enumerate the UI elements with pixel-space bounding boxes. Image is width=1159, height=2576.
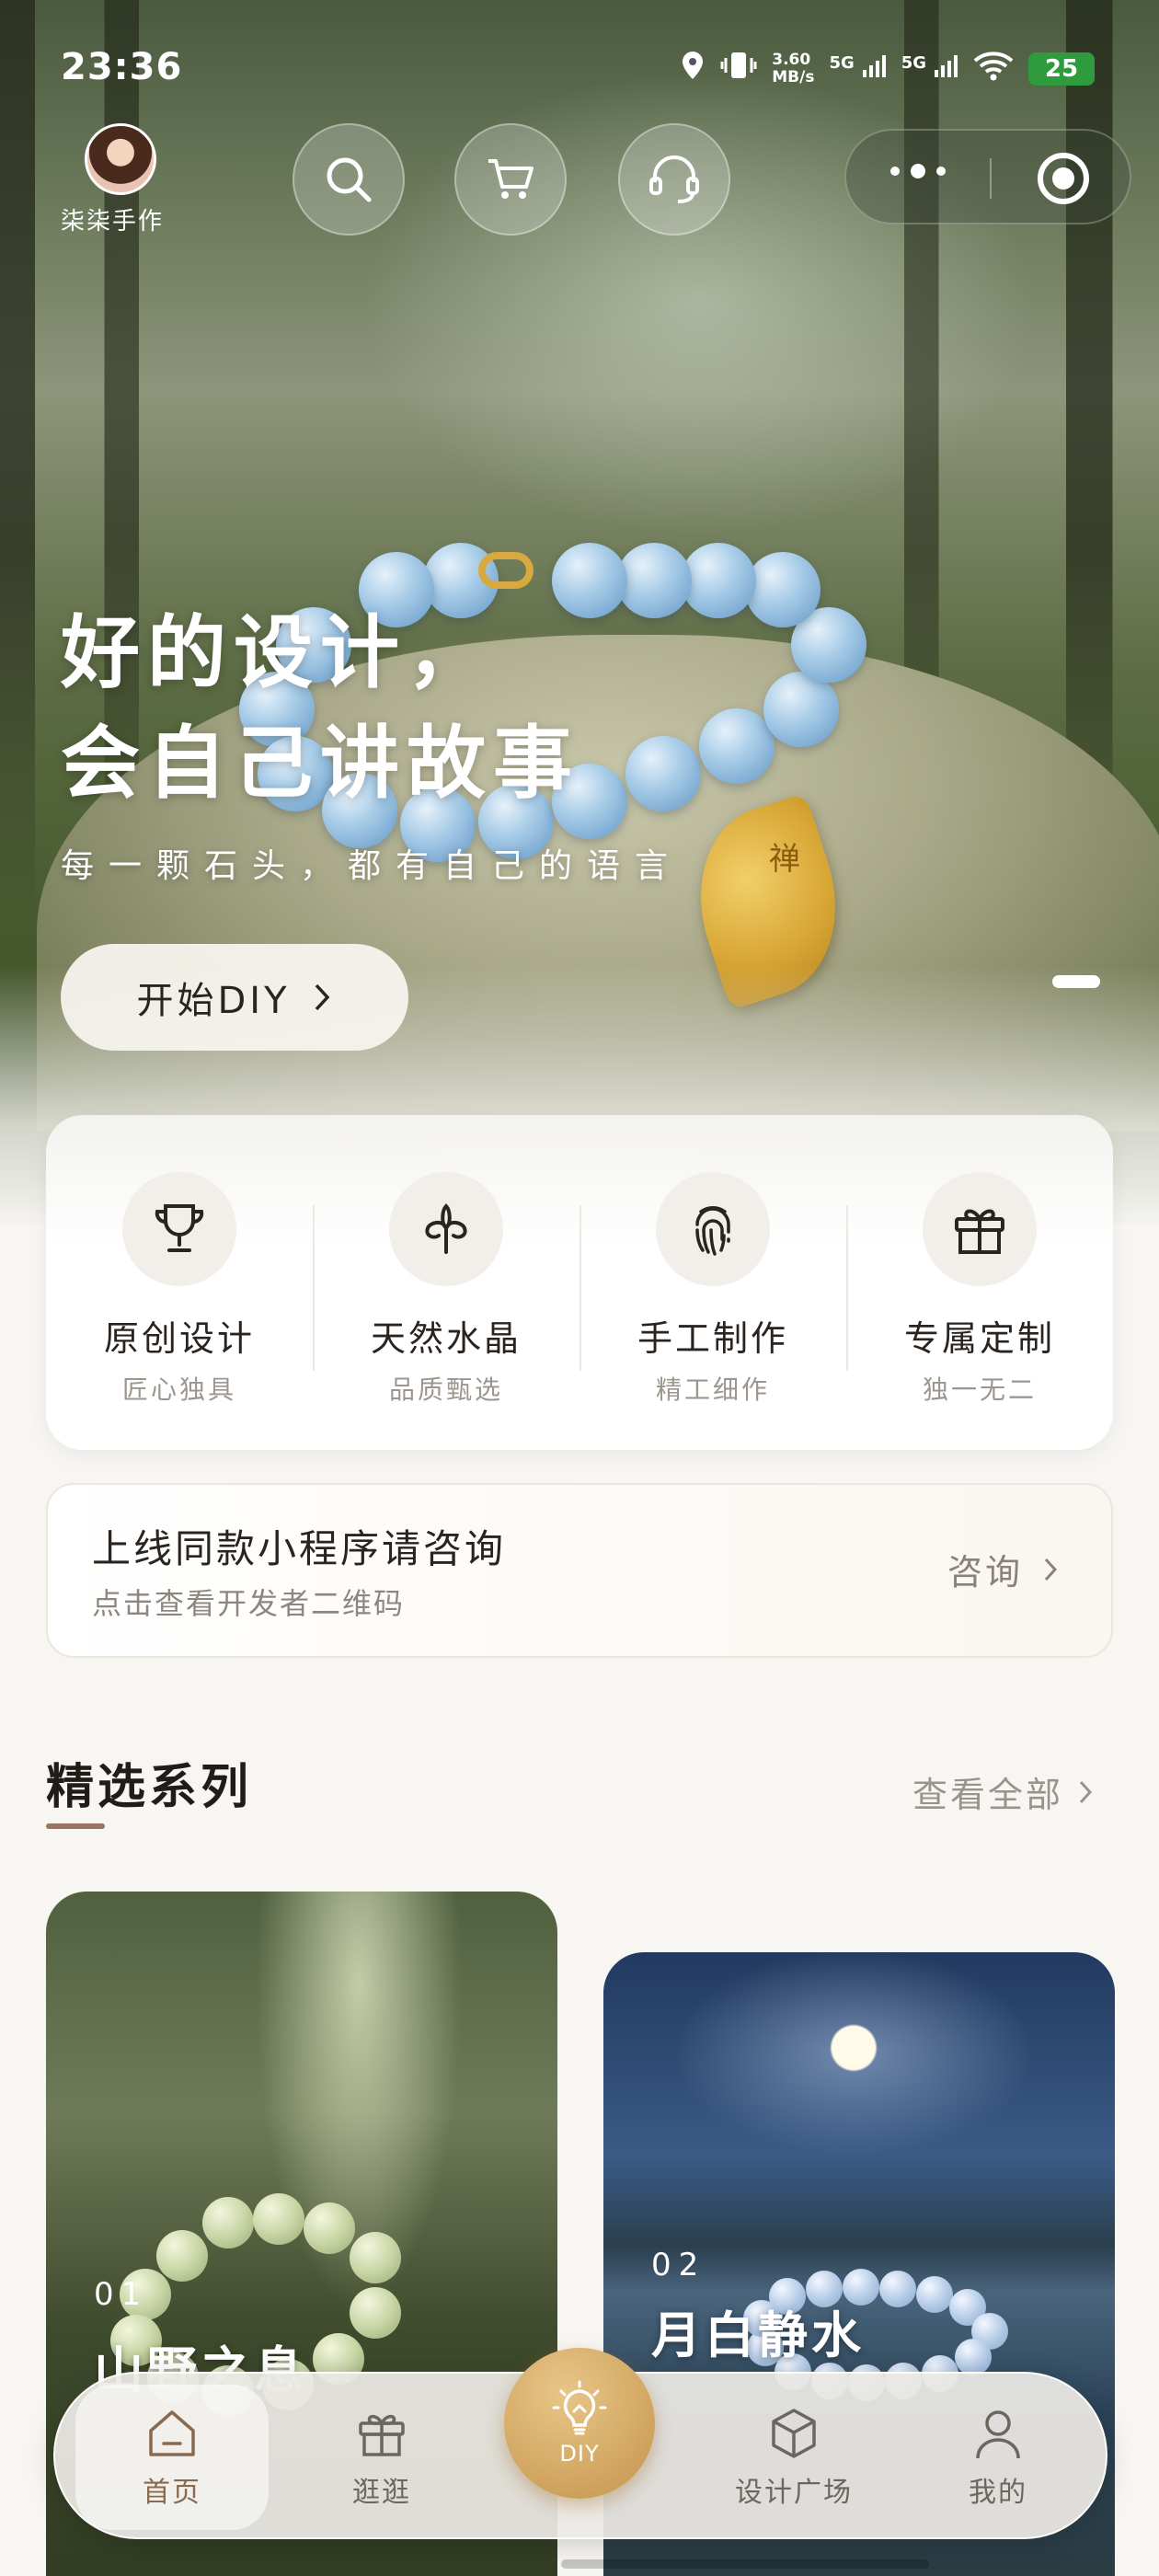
tree-icon (425, 1203, 467, 1254)
battery-indicator: 25 (1028, 52, 1095, 86)
vibrate-icon (720, 51, 757, 86)
feature-handmade[interactable]: 手工制作 精工细作 (580, 1115, 846, 1450)
feature-original-design[interactable]: 原创设计 匠心独具 (46, 1115, 313, 1450)
search-button[interactable] (293, 123, 405, 236)
net-speed: 3.60 MB/s (772, 50, 815, 86)
hero-subtitle: 每一颗石头，都有自己的语言 (61, 847, 683, 885)
shop-name[interactable]: 柒柒手作 (61, 202, 164, 236)
start-diy-button[interactable]: 开始DIY (61, 944, 408, 1051)
lightbulb-icon (552, 2380, 607, 2435)
consult-subtitle: 点击查看开发者二维码 (92, 1586, 406, 1621)
series-number: 01 (94, 2276, 149, 2313)
customer-service-button[interactable] (618, 123, 730, 236)
location-icon (680, 50, 706, 87)
cellular-signal-icon-2: 5G (901, 53, 958, 84)
user-icon (976, 2410, 1020, 2459)
tab-design-plaza[interactable]: 设计广场 (697, 2385, 890, 2530)
record-icon[interactable] (1038, 153, 1089, 204)
chevron-right-icon (1079, 1780, 1093, 1803)
trophy-icon (155, 1204, 204, 1252)
view-all-link[interactable]: 查看全部 (912, 1766, 1095, 1817)
section-underline (46, 1823, 105, 1829)
features-card: 原创设计 匠心独具 天然水晶 品质甄选 手工制作 精工细作 专属定制 独一无二 (46, 1115, 1113, 1450)
home-indicator (561, 2559, 929, 2569)
home-icon (149, 2410, 195, 2456)
cart-button[interactable] (454, 123, 567, 236)
cart-icon (488, 159, 534, 199)
consult-title: 上线同款小程序请咨询 (92, 1526, 507, 1571)
wifi-icon (973, 50, 1014, 87)
cellular-signal-icon: 5G (829, 53, 886, 84)
start-diy-label: 开始DIY (136, 980, 291, 1022)
feature-natural-crystal[interactable]: 天然水晶 品质甄选 (313, 1115, 580, 1450)
carousel-indicator (1052, 975, 1100, 988)
shop-avatar[interactable] (85, 123, 156, 195)
search-icon (327, 157, 372, 202)
tab-mine[interactable]: 我的 (901, 2385, 1095, 2530)
series-name: 月白静水 (651, 2306, 865, 2364)
hero-title: 好的设计， 会自己讲故事 (61, 607, 580, 810)
section-title: 精选系列 (46, 1760, 253, 1815)
mini-program-capsule[interactable] (844, 129, 1131, 224)
gift-icon (955, 1209, 1004, 1254)
tab-home[interactable]: 首页 (75, 2385, 269, 2530)
diy-fab-button[interactable]: DIY (504, 2348, 655, 2499)
feature-custom[interactable]: 专属定制 独一无二 (846, 1115, 1113, 1450)
tab-browse[interactable]: 逛逛 (285, 2385, 478, 2530)
status-time: 23:36 (61, 46, 183, 88)
consult-banner[interactable]: 上线同款小程序请咨询 点击查看开发者二维码 咨询 (46, 1483, 1113, 1658)
status-icons: 3.60 MB/s 5G 5G 25 (680, 50, 1095, 87)
pendant-character: 禅 (769, 841, 800, 878)
headset-icon (649, 155, 699, 203)
status-bar: 23:36 3.60 MB/s 5G 5G 25 (0, 0, 1159, 138)
chevron-right-icon (315, 983, 329, 1011)
fingerprint-icon (695, 1206, 730, 1256)
consult-button[interactable]: 咨询 (947, 1544, 1060, 1594)
cube-icon (772, 2409, 816, 2458)
series-number: 02 (651, 2247, 706, 2283)
gift-icon (359, 2414, 405, 2456)
more-icon[interactable] (890, 164, 946, 178)
chevron-right-icon (1044, 1558, 1058, 1581)
